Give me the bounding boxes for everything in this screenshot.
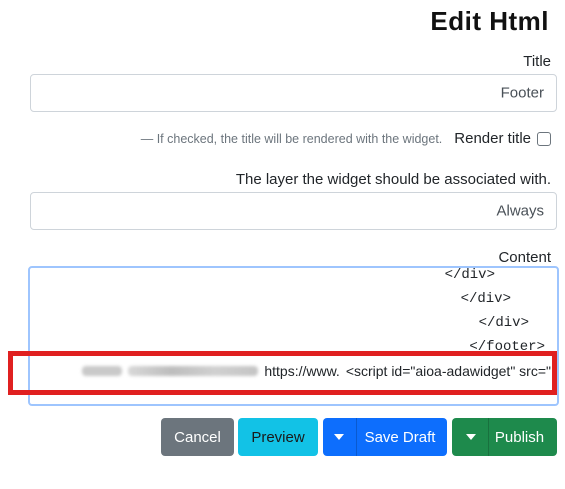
render-title-row: Render title — If checked, the title wil… xyxy=(141,130,551,147)
layer-select[interactable]: Always xyxy=(30,192,557,230)
preview-label: Preview xyxy=(251,428,305,446)
caret-down-icon[interactable] xyxy=(334,434,344,440)
script-url-prefix: https://www. xyxy=(264,363,340,379)
preview-button[interactable]: Preview xyxy=(238,418,318,456)
content-label: Content xyxy=(498,249,551,266)
redacted-url-end xyxy=(82,366,123,376)
script-tag-line: https://www. <script id="aioa-adawidget"… xyxy=(82,363,551,379)
title-input[interactable]: Footer xyxy=(30,74,557,112)
title-label: Title xyxy=(523,53,551,70)
cancel-button[interactable]: Cancel xyxy=(161,418,234,456)
redacted-url xyxy=(128,366,259,376)
caret-down-icon[interactable] xyxy=(466,434,476,440)
publish-label: Publish xyxy=(494,428,545,446)
render-title-help: — If checked, the title will be rendered… xyxy=(140,131,443,146)
page-title: Edit Html xyxy=(430,6,549,36)
layer-select-value: Always xyxy=(496,202,544,220)
cancel-label: Cancel xyxy=(174,428,221,446)
code-line: </div> xyxy=(478,315,529,331)
title-input-value: Footer xyxy=(500,84,544,102)
render-title-label[interactable]: Render title xyxy=(454,130,531,147)
layer-label: The layer the widget should be associate… xyxy=(235,171,551,188)
publish-button[interactable]: Publish xyxy=(452,418,557,456)
save-draft-button[interactable]: Save Draft xyxy=(323,418,447,456)
save-draft-label: Save Draft xyxy=(364,428,436,446)
code-line: </div> xyxy=(460,291,511,307)
script-tag-prefix: <script id="aioa-adawidget" src=" xyxy=(345,363,551,379)
render-title-checkbox[interactable] xyxy=(537,131,551,146)
code-line: </div> xyxy=(444,267,495,283)
